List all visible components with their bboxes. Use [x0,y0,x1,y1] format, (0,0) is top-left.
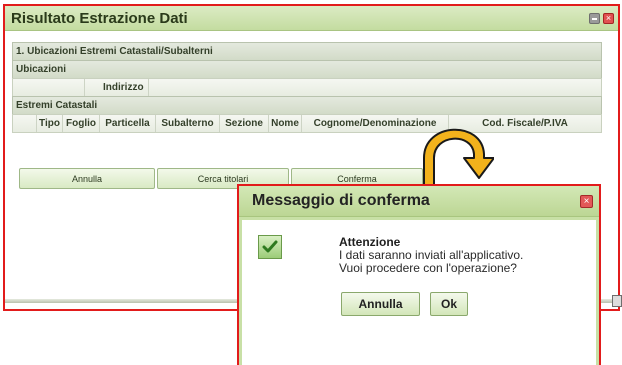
empty-column [13,79,85,96]
ubicazioni-columns: Indirizzo [12,78,602,97]
section-header: 1. Ubicazioni Estremi Catastali/Subalter… [12,42,602,61]
check-icon [258,235,282,259]
curved-arrow-icon [423,128,494,191]
result-window-title: Risultato Estrazione Dati [11,9,188,27]
close-icon[interactable]: × [603,13,614,24]
ubicazioni-header: Ubicazioni [12,60,602,79]
dialog-close-icon[interactable]: × [580,195,593,208]
column-sezione: Sezione [220,115,269,132]
column-tipo: Tipo [37,115,63,132]
indirizzo-column: Indirizzo [85,79,149,96]
minimize-icon[interactable] [589,13,600,24]
confirm-dialog: Messaggio di conferma × Attenzione I dat… [237,184,601,365]
resize-icon[interactable] [612,295,622,307]
blank-column [13,115,37,132]
result-window-titlebar: Risultato Estrazione Dati [5,6,618,31]
dialog-titlebar: Messaggio di conferma [239,186,599,217]
dialog-ok-button[interactable]: Ok [430,292,468,316]
column-particella: Particella [100,115,156,132]
column-foglio: Foglio [63,115,100,132]
dialog-line-2: Vuoi procedere con l'operazione? [339,261,517,275]
dialog-title: Messaggio di conferma [252,192,430,209]
data-panel: 1. Ubicazioni Estremi Catastali/Subalter… [12,42,602,133]
column-nome: Nome [269,115,302,132]
dialog-message: Attenzione I dati saranno inviati all'ap… [339,236,589,275]
spacer-column [149,79,601,96]
annulla-button[interactable]: Annulla [19,168,155,189]
dialog-body: Attenzione I dati saranno inviati all'ap… [242,220,596,365]
column-subalterno: Subalterno [156,115,220,132]
estremi-columns: Tipo Foglio Particella Subalterno Sezion… [12,114,602,133]
estremi-header: Estremi Catastali [12,96,602,115]
dialog-annulla-button[interactable]: Annulla [341,292,420,316]
